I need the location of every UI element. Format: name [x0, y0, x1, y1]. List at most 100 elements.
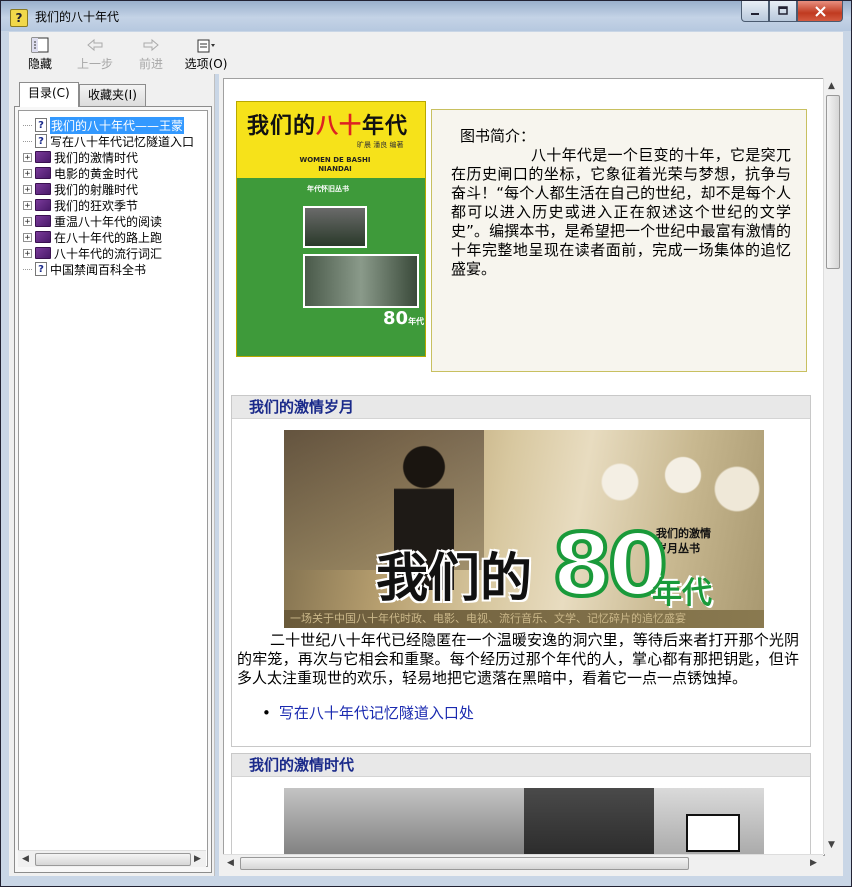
tab-favorites[interactable]: 收藏夹(I)	[79, 84, 146, 106]
minimize-icon	[751, 13, 759, 15]
expand-icon[interactable]: +	[23, 216, 32, 226]
window-title: 我们的八十年代	[35, 10, 120, 24]
window-controls	[741, 1, 843, 23]
hide-pane-icon	[31, 37, 49, 53]
scroll-thumb[interactable]	[826, 95, 840, 269]
scroll-right-icon[interactable]: ▶	[194, 854, 201, 864]
cover-series: 年代怀旧丛书	[307, 185, 349, 193]
section-banner-image: 我们的激情岁月丛书 我们的 80 年代 一场关于中国八十年代时政、电影、电视、流…	[284, 430, 764, 628]
cover-authors: 旷晨 潘良 编著	[357, 141, 404, 149]
cover-photo-2	[303, 254, 419, 308]
cover-photo-1	[303, 206, 367, 248]
tree-item-label: 我们的八十年代——王蒙	[50, 116, 185, 134]
photo-sign	[686, 814, 740, 852]
photo-dark	[524, 788, 654, 855]
tree-horizontal-scrollbar[interactable]: ◀ ▶	[18, 850, 206, 867]
hide-button[interactable]: 隐藏	[15, 35, 65, 72]
book-icon	[35, 231, 51, 243]
options-button[interactable]: 选项(O)	[180, 35, 232, 72]
forward-button[interactable]: 前进	[126, 35, 176, 72]
banner-suffix: 年代	[652, 576, 712, 611]
help-topic-icon: ?	[35, 118, 47, 132]
tab-contents[interactable]: 目录(C)	[19, 82, 79, 107]
expand-icon[interactable]: +	[23, 152, 32, 162]
expand-icon[interactable]: +	[23, 168, 32, 178]
tree-item[interactable]: ? 我们的八十年代——王蒙	[23, 116, 185, 134]
close-button[interactable]	[797, 1, 843, 22]
tree-item[interactable]: ? 中国禁闻百科全书	[23, 261, 146, 277]
cover-green-panel: 年代怀旧丛书 80年代	[237, 178, 425, 356]
book-icon	[35, 167, 51, 179]
tree-item[interactable]: ? 写在八十年代记忆隧道入口	[23, 133, 194, 149]
scroll-thumb[interactable]	[35, 853, 191, 866]
back-label: 上一步	[76, 57, 113, 71]
scroll-left-icon[interactable]: ◀	[22, 854, 29, 864]
section-link[interactable]: 写在八十年代记忆隧道入口处	[262, 702, 474, 723]
section-title: 我们的激情岁月	[232, 396, 810, 419]
expand-icon[interactable]: +	[23, 184, 32, 194]
tree-line	[23, 268, 32, 270]
tree-item[interactable]: + 重温八十年代的阅读	[23, 213, 162, 229]
intro-text: 八十年代是一个巨变的十年，它是突兀在历史闸口的坐标，它象征着光荣与梦想，抗争与奋…	[451, 146, 791, 278]
section-passion-era: 我们的激情时代	[231, 753, 811, 855]
help-file-icon: ?	[10, 9, 28, 27]
navigation-pane: 目录(C) 收藏夹(I) ? 我们的八十年代——王蒙? 写在八十年代记忆隧道入口 + 我…	[9, 74, 215, 876]
expand-icon[interactable]: +	[23, 200, 32, 210]
tree-item-label: 电影的黄金时代	[54, 166, 139, 181]
scroll-down-icon[interactable]: ▼	[828, 840, 835, 850]
photo-crowd	[284, 788, 524, 855]
expand-icon[interactable]: +	[23, 248, 32, 258]
maximize-button[interactable]	[769, 1, 797, 22]
tree-item-label: 在八十年代的路上跑	[54, 230, 163, 245]
photo-sign-area	[654, 788, 764, 855]
section-passion-years: 我们的激情岁月 我们的激情岁月丛书 我们的 80 年代 一场关于中国八十年代时政…	[231, 395, 811, 747]
back-button[interactable]: 上一步	[70, 35, 120, 72]
book-cover-image: 我们的八十年代 旷晨 潘良 编著 WOMEN DE BASHI NIANDAI …	[236, 101, 426, 357]
tree-item-label: 我们的激情时代	[54, 150, 139, 165]
content-frame: 我们的八十年代 旷晨 潘良 编著 WOMEN DE BASHI NIANDAI …	[219, 74, 843, 876]
book-icon	[35, 199, 51, 211]
forward-label: 前进	[138, 57, 163, 71]
scroll-thumb[interactable]	[240, 857, 689, 870]
close-icon	[814, 5, 826, 17]
tree-item[interactable]: + 电影的黄金时代	[23, 165, 138, 181]
tree-item[interactable]: + 我们的激情时代	[23, 149, 138, 165]
topic-content: 我们的八十年代 旷晨 潘良 编著 WOMEN DE BASHI NIANDAI …	[223, 78, 825, 856]
expand-icon[interactable]: +	[23, 232, 32, 242]
tree-line	[23, 124, 32, 126]
intro-heading: 图书简介：	[460, 127, 536, 145]
tree-item[interactable]: + 我们的狂欢季节	[23, 197, 138, 213]
content-vertical-scrollbar[interactable]: ▲ ▼	[823, 78, 841, 854]
title-bar[interactable]: ? 我们的八十年代	[1, 1, 851, 31]
book-icon	[35, 183, 51, 195]
back-arrow-icon	[87, 38, 103, 52]
banner-number: 80	[550, 514, 670, 618]
scroll-right-icon[interactable]: ▶	[810, 858, 817, 868]
tree-item[interactable]: + 八十年代的流行词汇	[23, 245, 162, 261]
banner-series: 我们的激情岁月丛书	[656, 527, 711, 555]
content-horizontal-scrollbar[interactable]: ◀ ▶	[223, 854, 823, 872]
scroll-left-icon[interactable]: ◀	[227, 858, 234, 868]
maximize-icon	[778, 6, 788, 15]
book-intro-box: 图书简介： 八十年代是一个巨变的十年，它是突兀在历史闸口的坐标，它象征着光荣与梦…	[431, 109, 807, 372]
help-topic-icon: ?	[35, 134, 47, 148]
book-icon	[35, 151, 51, 163]
tree-item-label: 中国禁闻百科全书	[50, 262, 147, 277]
help-window: ? 我们的八十年代 隐藏 上一步 前进 选项(O) 目录(C) 收藏夹(I) ?…	[0, 0, 852, 887]
book-icon	[35, 215, 51, 227]
book-icon	[35, 247, 51, 259]
tree-item[interactable]: + 我们的射雕时代	[23, 181, 138, 197]
options-label: 选项(O)	[184, 57, 228, 71]
scroll-up-icon[interactable]: ▲	[828, 81, 835, 91]
hide-label: 隐藏	[27, 57, 52, 71]
toolbar: 隐藏 上一步 前进 选项(O)	[9, 32, 843, 74]
forward-arrow-icon	[143, 38, 159, 52]
help-topic-icon: ?	[35, 262, 47, 276]
contents-tree[interactable]: ? 我们的八十年代——王蒙? 写在八十年代记忆隧道入口 + 我们的激情时代 + 电影的黄金时…	[18, 110, 208, 867]
minimize-button[interactable]	[741, 1, 769, 22]
tree-item[interactable]: + 在八十年代的路上跑	[23, 229, 162, 245]
section-paragraph: 二十世纪八十年代已经隐匿在一个温暖安逸的洞穴里，等待后来者打开那个光阴的牢笼，再…	[237, 631, 799, 687]
cover-pinyin: WOMEN DE BASHI NIANDAI	[299, 156, 371, 173]
tree-item-label: 八十年代的流行词汇	[54, 246, 163, 261]
section-photo-image	[284, 788, 764, 855]
